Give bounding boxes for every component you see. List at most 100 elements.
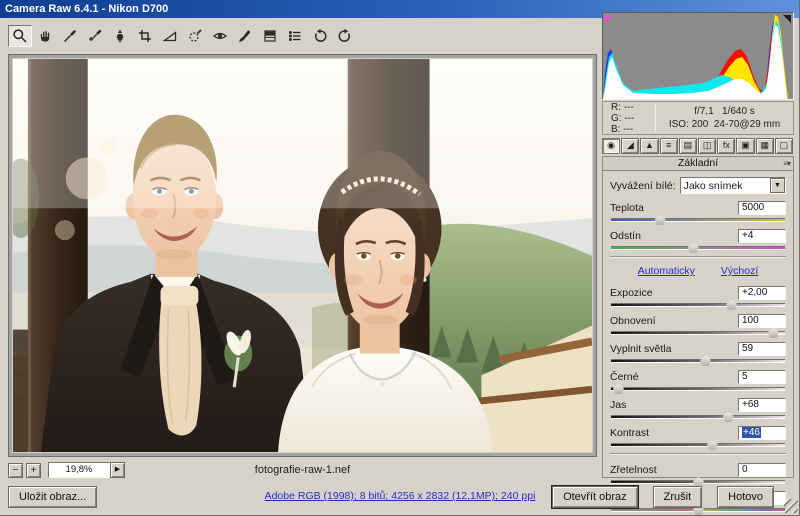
tab-snapshots[interactable]: ▢ [774,138,794,154]
kontrast-slider[interactable] [611,440,785,450]
shadow-clipping-indicator[interactable] [605,15,613,23]
basic-panel: Vyvážení bílé: Jako snímek ▼ Teplota 500… [602,170,794,515]
eyedropper-icon [62,28,78,44]
obnoveni-slider[interactable] [611,328,785,338]
spot-removal-icon [187,28,203,44]
tab-presets[interactable]: ▦ [755,138,774,154]
eye-icon [212,28,228,44]
window-title: Camera Raw 6.4.1 - Nikon D700 [5,3,169,15]
zoom-level-dropdown-button[interactable]: ▶ [110,462,125,478]
expozice-value-input[interactable]: +2,00 [738,285,786,300]
workflow-options-link[interactable]: Adobe RGB (1998); 8 bitů; 4256 x 2832 (1… [265,490,536,502]
tab-effects[interactable]: fx [717,138,736,154]
adjustment-tabs: ◉ ◢ ▲ ≡ ▤ ◫ fx ▣ ▦ ▢ [602,138,794,154]
slider-thumb[interactable] [722,412,734,422]
odstin-slider[interactable] [611,243,785,253]
tab-tone-curve[interactable]: ◢ [621,138,640,154]
odstin-value-input[interactable]: +4 [738,228,786,243]
slider-row-cerne: Černé 5 [610,369,786,394]
viewer-statusbar: − + 19,8% ▶ fotografie-raw-1.nef [8,460,597,480]
zoom-level-field[interactable]: 19,8% [48,462,110,478]
spot-removal-tool-button[interactable] [183,25,207,47]
footer-bar: Uložit obraz... Adobe RGB (1998); 8 bitů… [0,481,799,515]
slider-thumb[interactable] [706,440,718,450]
image-viewer-area [8,54,597,457]
white-balance-tool-button[interactable] [58,25,82,47]
open-image-button[interactable]: Otevřít obraz [552,486,638,508]
save-image-button[interactable]: Uložit obraz... [8,486,98,508]
exif-info: R: --- G: --- B: --- f/7,1 1/640 s ISO: … [602,101,794,135]
tab-split-toning[interactable]: ▤ [678,138,698,154]
slider-row-teplota: Teplota 5000 [610,200,786,225]
slider-row-expozice: Expozice +2,00 [610,285,786,310]
straighten-icon [162,28,178,44]
white-balance-value: Jako snímek [683,179,743,192]
vyplnit-svetla-slider[interactable] [611,356,785,366]
white-balance-row: Vyvážení bílé: Jako snímek ▼ [610,177,786,194]
chevron-down-icon: ▼ [770,178,785,193]
red-eye-removal-tool-button[interactable] [208,25,232,47]
tab-hsl-grayscale[interactable]: ≡ [659,138,678,154]
auto-link[interactable]: Automaticky [638,265,695,277]
highlight-clipping-indicator[interactable] [783,15,791,23]
done-button[interactable]: Hotovo [717,486,774,508]
expozice-slider[interactable] [611,300,785,310]
brush-icon [237,28,253,44]
color-sampler-tool-button[interactable] [83,25,107,47]
jas-value-input[interactable]: +68 [738,397,786,412]
exposure-info: f/7,1 1/640 s ISO: 200 24-70@29 mm [668,106,781,130]
rotate-right-tool-button[interactable] [333,25,357,47]
slider-thumb[interactable] [687,243,699,253]
vyplnit-svetla-value-input[interactable]: 59 [738,341,786,356]
graduated-filter-tool-button[interactable] [258,25,282,47]
slider-thumb[interactable] [726,300,738,310]
preferences-tool-button[interactable] [283,25,307,47]
white-balance-select[interactable]: Jako snímek ▼ [679,177,786,194]
zoom-out-button[interactable]: − [8,462,23,478]
cerne-value-input[interactable]: 5 [738,369,786,384]
slider-row-vyplnit-svetla: Vyplnit světla 59 [610,341,786,366]
rotate-left-tool-button[interactable] [308,25,332,47]
photo-preview[interactable] [12,58,593,453]
tab-camera-calibration[interactable]: ▣ [736,138,755,154]
obnoveni-value-input[interactable]: 100 [738,313,786,328]
teplota-value-input[interactable]: 5000 [738,200,786,215]
slider-thumb[interactable] [767,328,779,338]
slider-row-kontrast: Kontrast +46 [610,425,786,450]
slider-thumb[interactable] [612,384,624,394]
separator [610,256,786,258]
panel-header: Základní ≡▾ [602,156,794,170]
rotate-cw-icon [337,28,353,44]
graduated-filter-icon [262,28,278,44]
crop-tool-button[interactable] [133,25,157,47]
targeted-adjustment-tool-button[interactable] [108,25,132,47]
resize-grip[interactable] [784,499,798,513]
slider-thumb[interactable] [699,356,711,366]
default-link[interactable]: Výchozí [721,265,758,277]
zoom-tool-button[interactable] [8,25,32,47]
panel-title: Základní [677,157,719,169]
histogram[interactable] [602,12,794,100]
slider-row-jas: Jas +68 [610,397,786,422]
slider-thumb[interactable] [654,215,666,225]
camera-raw-dialog: Camera Raw 6.4.1 - Nikon D700 ✓ Náhled ↔ [0,0,800,516]
tab-detail[interactable]: ▲ [640,138,659,154]
magnifier-icon [12,28,28,44]
panel-menu-icon[interactable]: ≡▾ [783,158,791,170]
hand-icon [37,28,53,44]
cancel-button[interactable]: Zrušit [652,486,703,508]
zoom-in-button[interactable]: + [26,462,41,478]
adjustment-brush-tool-button[interactable] [233,25,257,47]
white-balance-label: Vyvážení bílé: [610,179,676,192]
straighten-tool-button[interactable] [158,25,182,47]
rotate-ccw-icon [312,28,328,44]
zretelnost-value-input[interactable]: 0 [738,462,786,477]
kontrast-value-input[interactable]: +46 [738,425,786,440]
auto-default-links: Automaticky Výchozí [610,265,786,277]
teplota-slider[interactable] [611,215,785,225]
tab-basic[interactable]: ◉ [602,138,621,154]
hand-tool-button[interactable] [33,25,57,47]
jas-slider[interactable] [611,412,785,422]
cerne-slider[interactable] [611,384,785,394]
tab-lens-corrections[interactable]: ◫ [698,138,717,154]
